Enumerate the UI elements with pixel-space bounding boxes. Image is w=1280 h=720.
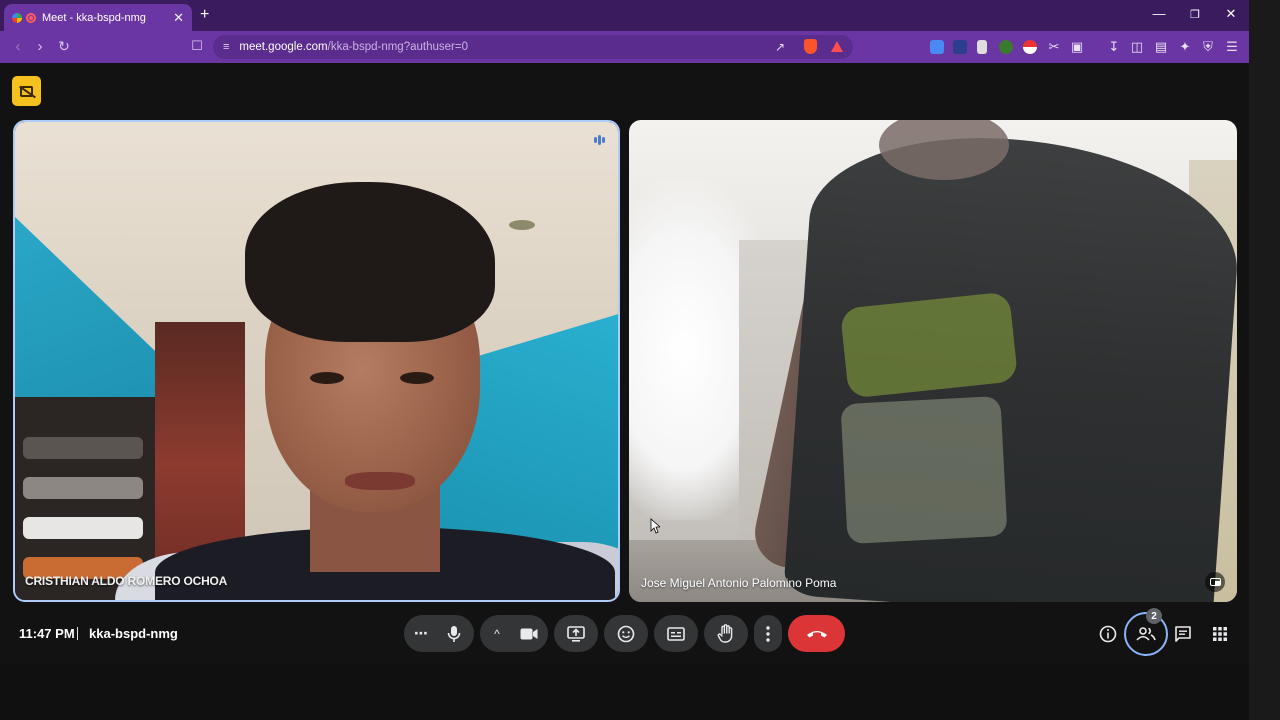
picture-in-picture-icon[interactable] xyxy=(1205,572,1225,592)
microphone-icon[interactable] xyxy=(443,623,465,645)
meeting-details-info-icon[interactable] xyxy=(1097,623,1119,645)
forward-arrow-icon[interactable]: › xyxy=(31,38,49,55)
tab-strip: Meet - kka-bspd-nmg ✕ + — ❐ ✕ xyxy=(0,0,1249,31)
pokeball-extension-icon[interactable] xyxy=(1023,40,1037,54)
extensions-puzzle-icon[interactable]: ✂ xyxy=(1046,39,1062,55)
participant-count-badge: 2 xyxy=(1146,608,1162,624)
leave-call-button[interactable] xyxy=(788,615,845,652)
new-tab-button[interactable]: + xyxy=(200,7,209,23)
url-path: /kka-bspd-nmg?authuser=0 xyxy=(327,41,468,53)
camera-off-warning-badge[interactable] xyxy=(12,76,41,106)
speaking-indicator-icon xyxy=(592,133,606,147)
extension-icon[interactable] xyxy=(977,40,987,54)
leo-ai-icon[interactable]: ✦ xyxy=(1177,39,1193,55)
share-icon[interactable]: ↗ xyxy=(775,40,785,54)
browser-toolbar: ‹ › ↻ ☐ ≡ meet.google.com/kka-bspd-nmg?a… xyxy=(0,31,1249,63)
letterbox-bar xyxy=(0,665,1249,720)
brave-shields-icon[interactable] xyxy=(804,39,817,54)
reactions-button[interactable] xyxy=(604,615,648,652)
address-bar[interactable]: ≡ meet.google.com/kka-bspd-nmg?authuser=… xyxy=(213,35,853,59)
app-root: Meet - kka-bspd-nmg ✕ + — ❐ ✕ ‹ › ↻ ☐ ≡ … xyxy=(0,0,1280,720)
maximize-window-button[interactable]: ❐ xyxy=(1185,8,1205,21)
more-options-button[interactable] xyxy=(754,615,782,652)
sidebar-icon[interactable]: ◫ xyxy=(1129,39,1145,55)
vertical-dots-icon xyxy=(766,625,770,642)
activities-grid-icon[interactable] xyxy=(1209,623,1231,645)
brave-rewards-icon[interactable] xyxy=(831,41,843,52)
tab-close-icon[interactable]: ✕ xyxy=(173,10,184,26)
participant-video-person xyxy=(115,182,618,600)
video-off-icon xyxy=(20,85,33,97)
url-host: meet.google.com xyxy=(239,41,328,53)
participant-tile[interactable]: Jose Miguel Antonio Palomino Poma xyxy=(629,120,1237,602)
browser-menu-icon[interactable]: ☰ xyxy=(1224,39,1240,55)
google-meet-favicon-icon xyxy=(12,12,22,23)
wallet-icon[interactable]: ▤ xyxy=(1153,39,1169,55)
divider xyxy=(77,627,78,640)
current-time: 11:47 PM xyxy=(19,626,75,641)
translate-extension-icon[interactable] xyxy=(930,40,944,54)
vpn-shield-icon[interactable]: ⛨ xyxy=(1200,39,1216,55)
bookmark-icon[interactable]: ☐ xyxy=(188,38,206,54)
raise-hand-button[interactable] xyxy=(704,615,748,652)
close-window-button[interactable]: ✕ xyxy=(1221,6,1241,22)
audio-options-button[interactable]: ⋯ xyxy=(410,622,432,644)
site-settings-icon[interactable]: ≡ xyxy=(223,41,229,53)
participant-tile[interactable]: CRISTHIAN ALDO ROMERO OCHOA xyxy=(13,120,620,602)
extension-icon[interactable] xyxy=(999,40,1013,54)
hang-up-icon xyxy=(806,630,827,637)
tab-title: Meet - kka-bspd-nmg xyxy=(42,11,146,24)
present-screen-icon xyxy=(567,625,585,642)
participant-name: CRISTHIAN ALDO ROMERO OCHOA xyxy=(25,574,228,588)
present-screen-button[interactable] xyxy=(554,615,598,652)
participant-name: Jose Miguel Antonio Palomino Poma xyxy=(641,576,837,590)
people-icon xyxy=(1136,627,1156,641)
browser-chrome: Meet - kka-bspd-nmg ✕ + — ❐ ✕ ‹ › ↻ ☐ ≡ … xyxy=(0,0,1249,63)
screenshot-extension-icon[interactable]: ▣ xyxy=(1069,39,1085,55)
camera-icon[interactable] xyxy=(518,623,540,645)
emoji-icon xyxy=(617,625,635,642)
video-options-button[interactable]: ^ xyxy=(486,623,508,645)
back-arrow-icon[interactable]: ‹ xyxy=(9,38,27,55)
minimize-window-button[interactable]: — xyxy=(1149,6,1169,21)
extension-icon[interactable] xyxy=(953,40,967,54)
captions-icon xyxy=(667,626,685,641)
hand-icon xyxy=(717,623,733,643)
browser-tab-meet[interactable]: Meet - kka-bspd-nmg ✕ xyxy=(4,4,192,31)
downloads-icon[interactable]: ↧ xyxy=(1106,39,1122,55)
captions-button[interactable] xyxy=(654,615,698,652)
reload-icon[interactable]: ↻ xyxy=(55,38,73,55)
meeting-code[interactable]: kka-bspd-nmg xyxy=(89,626,178,641)
chat-icon[interactable] xyxy=(1172,623,1194,645)
recording-indicator-icon xyxy=(26,12,36,23)
letterbox-bar xyxy=(1249,0,1280,720)
